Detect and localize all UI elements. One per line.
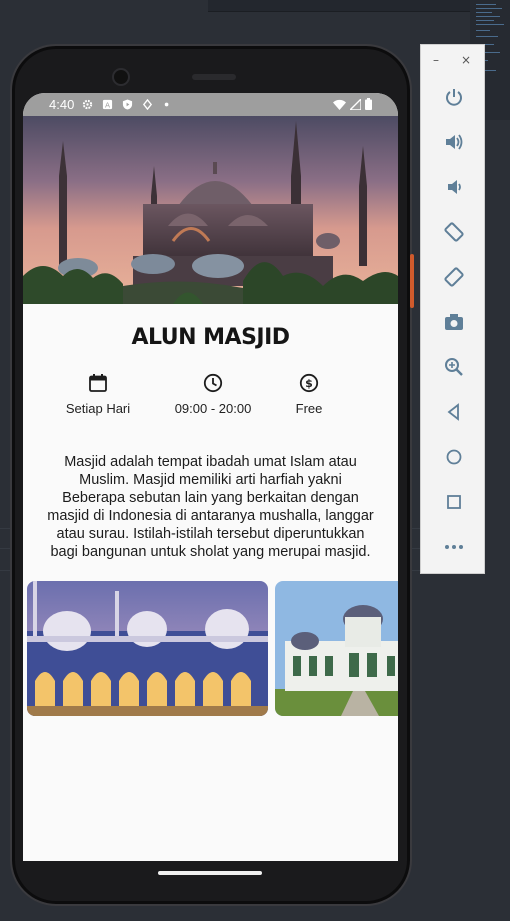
close-button[interactable]: × — [461, 53, 471, 67]
calendar-icon — [89, 374, 107, 392]
overview-button[interactable] — [421, 484, 486, 520]
data-saver-icon — [143, 99, 153, 110]
overview-icon — [446, 495, 461, 509]
earpiece-speaker — [192, 74, 236, 80]
home-icon — [446, 449, 461, 465]
more-icon — [444, 545, 463, 549]
rotate-left-button[interactable] — [421, 214, 486, 250]
description-line: Beberapa sebutan lain yang berkaitan den… — [62, 490, 359, 506]
volume-down-icon — [447, 180, 461, 194]
signal-icon — [350, 98, 361, 110]
svg-text:$: $ — [305, 377, 313, 390]
background-editor-strip — [208, 0, 510, 12]
info-price-label: Free — [295, 401, 323, 416]
front-camera — [112, 68, 130, 86]
wifi-icon — [333, 99, 346, 110]
dollar-icon: $ — [299, 373, 319, 393]
rotate-left-icon — [443, 222, 464, 242]
info-price: $ Free — [289, 373, 329, 416]
volume-up-icon — [445, 134, 462, 150]
gesture-home-bar[interactable] — [158, 871, 262, 875]
hero-mosque-image — [23, 116, 398, 304]
dot-indicator-icon — [165, 102, 169, 107]
shield-icon — [123, 99, 133, 110]
gallery-photo-1[interactable] — [27, 581, 268, 716]
back-button[interactable] — [421, 394, 486, 430]
clock-icon — [203, 373, 223, 393]
description-line: masjid di Indonesia di antaranya mushall… — [47, 508, 374, 524]
description-line: Muslim. Masjid memiliki arti harfiah yak… — [79, 472, 342, 488]
description-line: bagi bangunan untuk sholat yang merupai … — [50, 544, 371, 560]
status-bar: 4:40 A — [23, 93, 398, 116]
info-days: Setiap Hari — [65, 373, 131, 416]
place-title: ALUN MASJID — [131, 325, 290, 350]
camera-icon — [444, 314, 463, 330]
back-icon — [447, 403, 459, 421]
info-row: Setiap Hari 09:00 - 20:00 $ Free — [23, 373, 398, 423]
place-description: Masjid adalah tempat ibadah umat Islam a… — [37, 453, 384, 561]
info-hours: 09:00 - 20:00 — [165, 373, 261, 416]
device-side-button[interactable] — [410, 254, 414, 308]
rotate-right-button[interactable] — [421, 259, 486, 295]
power-button[interactable] — [421, 79, 486, 115]
description-line: Masjid adalah tempat ibadah umat Islam a… — [64, 454, 357, 470]
emulator-panel: – × — [420, 44, 485, 574]
zoom-icon — [444, 358, 463, 376]
app-screen: 4:40 A ALUN MASJID Setiap Hari 09:00 - 2… — [23, 93, 398, 861]
gallery-photo-2[interactable] — [275, 581, 398, 716]
status-time: 4:40 — [49, 97, 75, 112]
power-icon — [445, 89, 462, 106]
notification-a-icon: A — [103, 99, 113, 110]
description-line: atau surau. Istilah-istilah tersebut dip… — [56, 526, 365, 542]
volume-down-button[interactable] — [421, 169, 486, 205]
zoom-button[interactable] — [421, 349, 486, 385]
status-right-icons — [333, 98, 372, 110]
rotate-right-icon — [443, 267, 464, 287]
svg-text:A: A — [105, 101, 110, 110]
info-hours-label: 09:00 - 20:00 — [174, 401, 252, 416]
battery-icon — [365, 98, 372, 110]
info-days-label: Setiap Hari — [65, 401, 131, 416]
volume-up-button[interactable] — [421, 124, 486, 160]
screenshot-button[interactable] — [421, 304, 486, 340]
home-button[interactable] — [421, 439, 486, 475]
settings-icon — [83, 99, 93, 110]
minimize-button[interactable]: – — [433, 53, 439, 67]
photo-gallery[interactable] — [27, 581, 398, 716]
more-button[interactable] — [421, 529, 486, 565]
